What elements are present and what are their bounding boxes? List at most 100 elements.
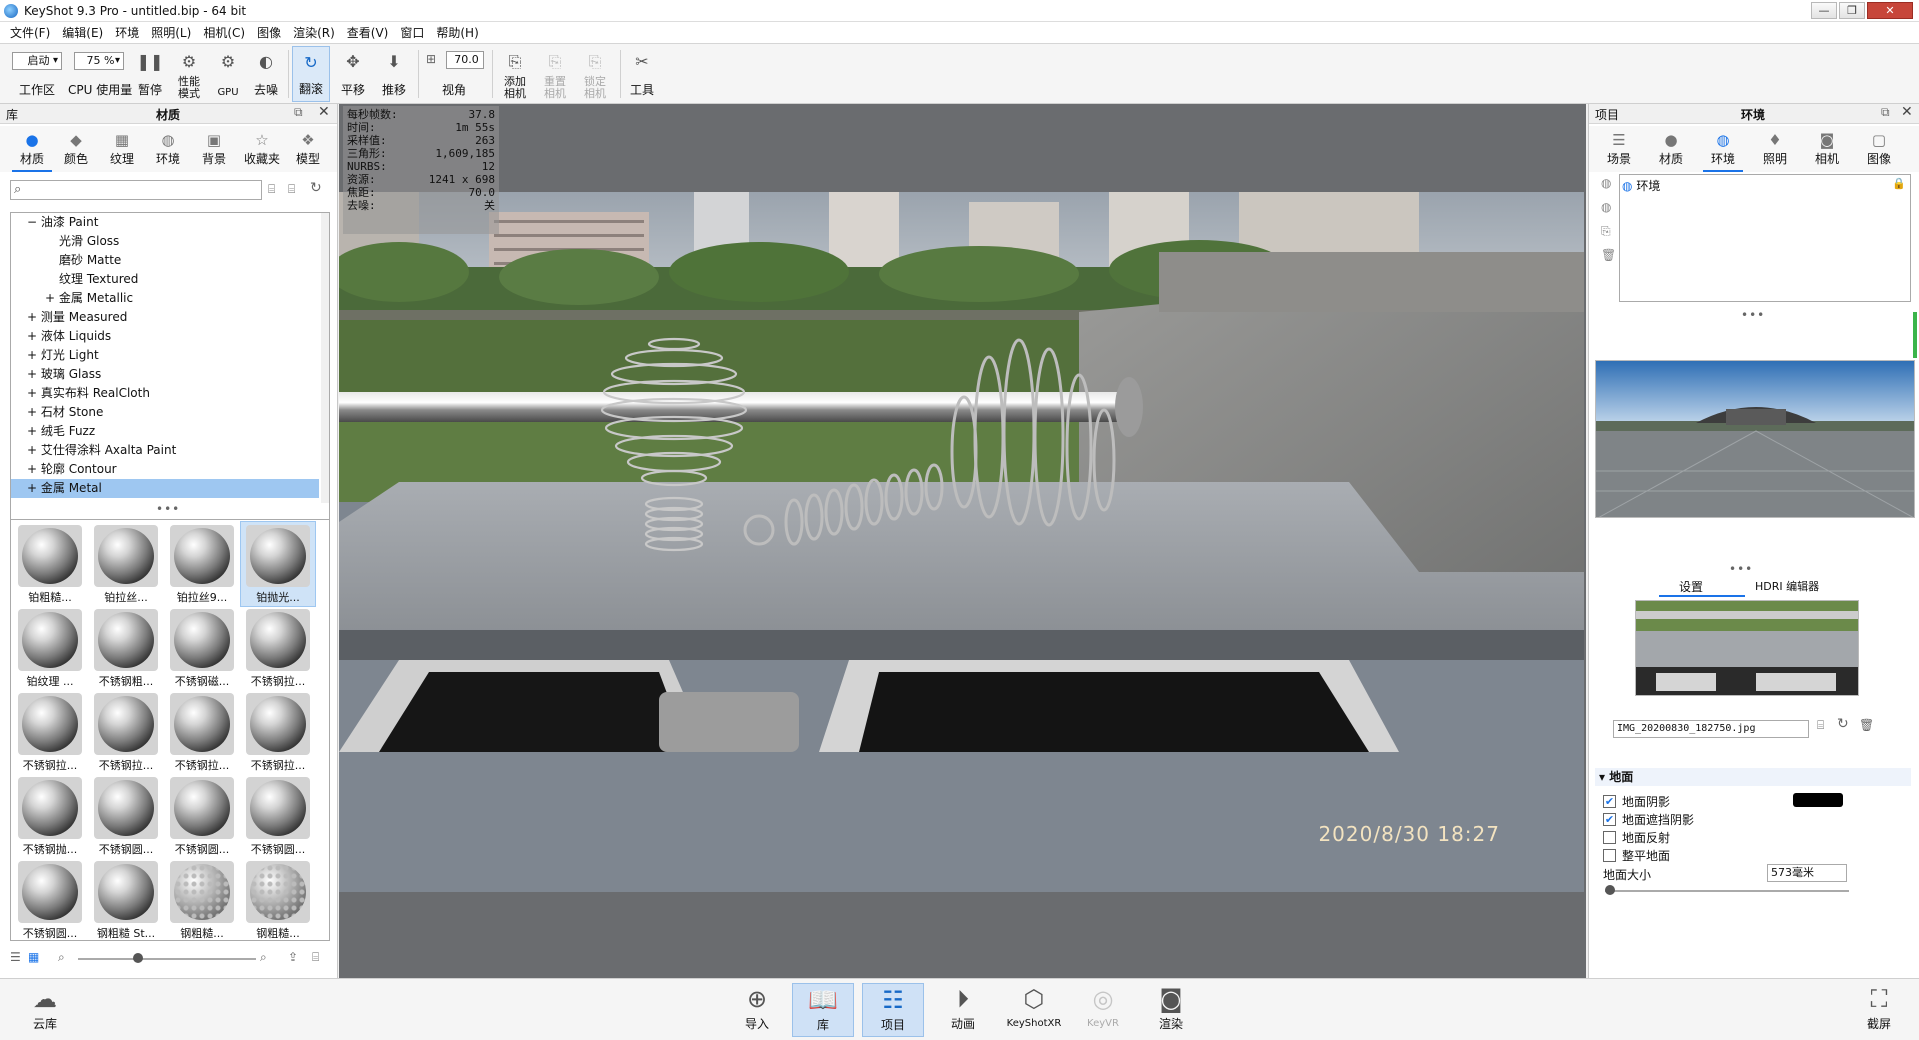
tree-item[interactable]: 光滑 Gloss	[11, 232, 319, 251]
expand-icon[interactable]: +	[27, 462, 37, 476]
import-button[interactable]: ⊕ 导入	[726, 983, 788, 1037]
material-thumbnail[interactable]: 不锈钢拉...	[13, 690, 87, 774]
expand-icon[interactable]: +	[27, 386, 37, 400]
tree-item[interactable]: + 玻璃 Glass	[11, 365, 319, 384]
tab-materials[interactable]: ● 材质	[10, 130, 54, 172]
expand-icon[interactable]: +	[27, 405, 37, 419]
add-camera-button[interactable]: ⎘ 添加 相机	[496, 46, 534, 102]
material-thumbnail[interactable]: 铂拉丝9...	[165, 522, 239, 606]
menu-image[interactable]: 图像	[251, 24, 287, 41]
menu-lighting[interactable]: 照明(L)	[145, 24, 197, 41]
menu-window[interactable]: 窗口	[394, 24, 430, 41]
refresh-icon[interactable]: ↻	[310, 180, 322, 196]
material-thumbnail[interactable]: 不锈钢圆...	[13, 858, 87, 940]
screenshot-button[interactable]: ⛶ 截屏	[1848, 983, 1910, 1037]
menu-view[interactable]: 查看(V)	[341, 24, 395, 41]
tab-scene[interactable]: ☰ 场景	[1597, 130, 1641, 170]
project-button[interactable]: ☷ 项目	[862, 983, 924, 1037]
material-thumbnail[interactable]: 不锈钢磁...	[165, 606, 239, 690]
material-thumbnail[interactable]: 钢粗糙 St...	[89, 858, 163, 940]
material-thumbnail[interactable]: 钢粗糙...	[241, 858, 315, 940]
tab-environments[interactable]: ◍ 环境	[146, 130, 190, 170]
cloud-upload-icon[interactable]: ⇪	[288, 950, 298, 964]
menu-file[interactable]: 文件(F)	[4, 24, 56, 41]
expand-icon[interactable]: +	[27, 481, 37, 495]
library-search-input[interactable]	[10, 180, 262, 200]
menu-edit[interactable]: 编辑(E)	[56, 24, 109, 41]
checkbox-checked-icon[interactable]: ✔	[1603, 794, 1616, 808]
backplate-thumbnail[interactable]	[1635, 600, 1859, 696]
folder-icon[interactable]: ⌸	[1817, 718, 1824, 733]
animation-button[interactable]: ⏵ 动画	[932, 983, 994, 1037]
workspace-dropdown[interactable]: 启动	[12, 52, 62, 70]
cloud-library-button[interactable]: ☁ 云库	[14, 983, 76, 1037]
slider-handle[interactable]	[1605, 885, 1615, 895]
expand-icon[interactable]: +	[27, 424, 37, 438]
grid-view-icon[interactable]: ▦	[28, 950, 39, 964]
reset-camera-button[interactable]: ⎘ 重置 相机	[536, 46, 574, 102]
trash-icon[interactable]: 🗑	[1601, 248, 1616, 262]
pan-button[interactable]: ✥ 平移	[334, 46, 372, 102]
tree-item[interactable]: + 液体 Liquids	[11, 327, 319, 346]
tab-colors[interactable]: ◆ 颜色	[54, 130, 98, 170]
material-thumbnail[interactable]: 铂粗糙...	[13, 522, 87, 606]
denoise-button[interactable]: ◐ 去噪	[248, 46, 284, 102]
environment-list-item[interactable]: ◍ 环境 🔒	[1622, 177, 1908, 193]
close-panel-icon[interactable]: ✕	[1901, 104, 1913, 120]
tree-item[interactable]: − 油漆 Paint	[11, 213, 319, 232]
menu-environment[interactable]: 环境	[109, 24, 145, 41]
checkbox-checked-icon[interactable]: ✔	[1603, 812, 1616, 826]
splitter-handle[interactable]: •••	[1729, 562, 1753, 576]
checkbox-unchecked-icon[interactable]	[1603, 848, 1616, 862]
material-thumbnail[interactable]: 不锈钢粗...	[89, 606, 163, 690]
tree-item[interactable]: + 测量 Measured	[11, 308, 319, 327]
maximize-button[interactable]: ❐	[1839, 2, 1865, 19]
tree-item[interactable]: + 艾仕得涂料 Axalta Paint	[11, 441, 319, 460]
add-environment-icon[interactable]: ◍	[1601, 176, 1611, 190]
tab-models[interactable]: ❖ 模型	[286, 130, 330, 170]
ground-occlusion-checkbox[interactable]: ✔ 地面遮挡阴影	[1603, 810, 1694, 828]
cpu-usage-dropdown[interactable]: 75 %	[74, 52, 124, 70]
checkbox-unchecked-icon[interactable]	[1603, 830, 1616, 844]
undock-icon[interactable]: ⧉	[294, 105, 303, 120]
tree-item-selected[interactable]: + 金属 Metal	[11, 479, 319, 498]
close-button[interactable]: ✕	[1867, 2, 1913, 19]
splitter-handle[interactable]: •••	[156, 502, 180, 516]
zoom-in-icon[interactable]: ⌕	[260, 950, 267, 965]
expand-icon[interactable]: +	[27, 367, 37, 381]
tab-settings[interactable]: 设置	[1679, 578, 1703, 595]
lock-icon[interactable]: 🔒	[1892, 177, 1906, 190]
hdri-preview[interactable]	[1595, 360, 1915, 518]
tree-item[interactable]: + 真实布料 RealCloth	[11, 384, 319, 403]
ground-size-input[interactable]: 573毫米	[1767, 864, 1847, 882]
tab-favorites[interactable]: ☆ 收藏夹	[238, 130, 286, 170]
tab-lighting[interactable]: ♦ 照明	[1753, 130, 1797, 170]
performance-mode-button[interactable]: ⚙ 性能 模式	[170, 46, 208, 102]
folder-icon[interactable]: ⌸	[268, 182, 275, 197]
tree-item[interactable]: + 轮廓 Contour	[11, 460, 319, 479]
tree-scrollbar[interactable]	[321, 213, 329, 503]
material-thumbnail-selected[interactable]: 铂抛光...	[240, 521, 316, 607]
list-view-icon[interactable]: ☰	[10, 950, 21, 964]
ground-shadows-checkbox[interactable]: ✔ 地面阴影	[1603, 792, 1670, 810]
expand-icon[interactable]: +	[27, 310, 37, 324]
render-viewport[interactable]: 2020/8/30 18:27 每秒帧数: 37.8 时间: 1m 55s 采样值:…	[339, 104, 1586, 978]
menu-help[interactable]: 帮助(H)	[430, 24, 484, 41]
tree-item[interactable]: + 金属 Metallic	[11, 289, 319, 308]
flatten-ground-checkbox[interactable]: 整平地面	[1603, 846, 1670, 864]
tree-item[interactable]: + 灯光 Light	[11, 346, 319, 365]
keyvr-button[interactable]: ◎ KeyVR	[1072, 983, 1134, 1037]
fov-input[interactable]: 70.0	[446, 51, 484, 69]
dolly-button[interactable]: ⬇ 推移	[374, 46, 414, 102]
tree-item[interactable]: + 绒毛 Fuzz	[11, 422, 319, 441]
tab-hdri-editor[interactable]: HDRI 编辑器	[1755, 578, 1819, 594]
ground-size-slider[interactable]	[1605, 890, 1849, 892]
ground-reflections-checkbox[interactable]: 地面反射	[1603, 828, 1670, 846]
expand-icon[interactable]: +	[45, 291, 55, 305]
material-thumbnail[interactable]: 不锈钢拉...	[241, 606, 315, 690]
material-thumbnail[interactable]: 不锈钢圆...	[89, 774, 163, 858]
shadow-color-swatch[interactable]	[1793, 793, 1843, 807]
tools-button[interactable]: ✂ 工具	[624, 46, 660, 102]
tree-item[interactable]: + 石材 Stone	[11, 403, 319, 422]
rendered-scene[interactable]: 2020/8/30 18:27	[339, 192, 1584, 892]
